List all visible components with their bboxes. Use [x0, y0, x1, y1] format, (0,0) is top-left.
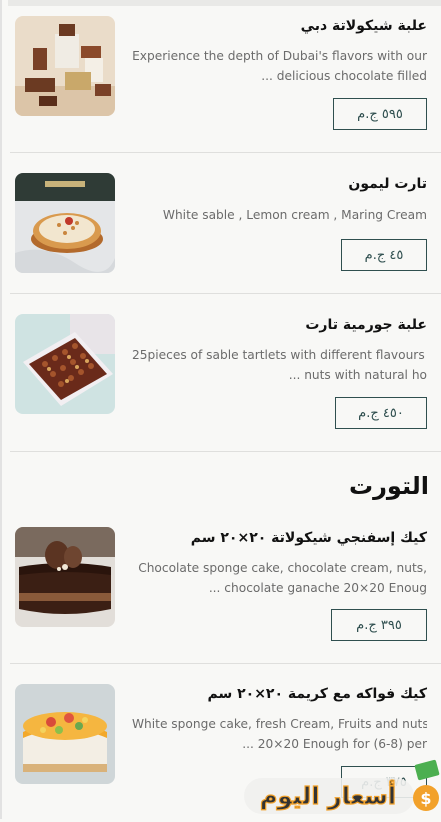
- item-price-button[interactable]: ٤٥ ج.م: [341, 239, 427, 271]
- left-edge-rule: [0, 0, 2, 819]
- item-description-line2: ... 20×20 Enough for (6-8) per: [242, 737, 427, 751]
- item-price: ٥٩٥ ج.م: [357, 106, 403, 122]
- item-divider: [10, 451, 441, 452]
- item-price-button[interactable]: ٣٩٥ ج.م: [331, 609, 427, 641]
- lemon-tart-image: [15, 173, 115, 273]
- item-description-line1: Experience the depth of Dubai's flavors …: [132, 49, 427, 63]
- menu-item-dubai-chocolate[interactable]: علبة شيكولاتة دبي Experience the depth o…: [10, 10, 441, 150]
- menu-item-chocolate-sponge-cake[interactable]: كيك إسفنجي شيكولاتة ٢٠×٢٠ سم Chocolate s…: [10, 515, 441, 661]
- section-title-cakes: التورت: [348, 472, 429, 500]
- menu-item-lemon-tart[interactable]: تارت ليمون White sable , Lemon cream , M…: [10, 158, 441, 292]
- item-divider: [10, 663, 441, 664]
- item-description-line2: ... delicious chocolate filled: [261, 69, 427, 83]
- menu-item-gourmet-tart-box[interactable]: علبة جورمية تارت 25pieces of sable tartl…: [10, 300, 441, 448]
- svg-text:$: $: [420, 789, 431, 808]
- item-divider: [10, 293, 441, 294]
- watermark-text: أسعار اليوم: [260, 780, 396, 810]
- gourmet-tart-box-image: [15, 314, 115, 414]
- top-bar: [8, 0, 441, 6]
- item-description-line1: White sable , Lemon cream , Maring Cream: [162, 208, 427, 222]
- item-price: ٤٥ ج.م: [364, 247, 404, 263]
- item-price-button[interactable]: ٤٥٠ ج.م: [335, 397, 427, 429]
- item-price: ٣٩٥ ج.م: [356, 617, 402, 633]
- item-title: علبة جورمية تارت: [305, 317, 427, 333]
- item-description-line2: ... nuts with natural ho: [288, 368, 427, 382]
- item-price-button[interactable]: ٥٩٥ ج.م: [333, 98, 427, 130]
- item-divider: [10, 152, 441, 153]
- item-description-line1: Chocolate sponge cake, chocolate cream, …: [138, 561, 427, 575]
- watermark-logo: أسعار اليوم $: [240, 758, 440, 818]
- fruit-cream-cake-image: [15, 684, 115, 784]
- item-title: كيك فواكه مع كريمة ٢٠×٢٠ سم: [207, 686, 427, 702]
- item-description-line1: 25pieces of sable tartlets with differen…: [132, 348, 427, 362]
- dubai-chocolate-image: [15, 16, 115, 116]
- item-title: تارت ليمون: [348, 176, 427, 192]
- item-title: علبة شيكولاتة دبي: [300, 18, 427, 34]
- item-description-line1: White sponge cake, fresh Cream, Fruits a…: [132, 717, 427, 731]
- item-description-line2: ... chocolate ganache 20×20 Enoug: [208, 581, 427, 595]
- item-price: ٤٥٠ ج.م: [358, 405, 404, 421]
- item-title: كيك إسفنجي شيكولاتة ٢٠×٢٠ سم: [190, 530, 427, 546]
- chocolate-sponge-cake-image: [15, 527, 115, 627]
- money-icon: $: [413, 759, 440, 811]
